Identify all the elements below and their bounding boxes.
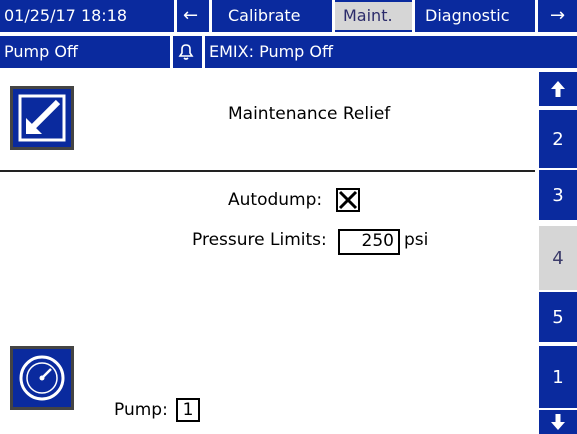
side-tab-1[interactable]: 1 [539, 346, 577, 408]
up-arrow-icon [551, 81, 565, 97]
divider [0, 170, 535, 172]
autodump-checkbox[interactable] [336, 188, 360, 212]
tab-diagnostic[interactable]: Diagnostic [415, 2, 535, 30]
side-tab-4[interactable]: 4 [539, 226, 577, 290]
forward-arrow-button[interactable]: → [538, 2, 577, 30]
page-title: Maintenance Relief [228, 104, 391, 124]
pressure-limit-input[interactable]: 250 [338, 229, 400, 255]
down-arrow-icon [551, 414, 565, 430]
pump-gauge-button[interactable] [10, 346, 74, 410]
status-message: EMIX: Pump Off [209, 42, 334, 61]
pressure-unit: psi [404, 230, 429, 250]
pump-label: Pump: [114, 400, 168, 420]
gauge-icon [19, 355, 65, 401]
pump-state: Pump Off [4, 42, 78, 61]
side-tab-2[interactable]: 2 [539, 110, 577, 168]
tab-calibrate[interactable]: Calibrate [212, 2, 332, 30]
datetime: 01/25/17 18:18 [4, 6, 128, 25]
back-arrow-button[interactable]: ← [177, 2, 209, 30]
top-bar: 01/25/17 18:18 ← Calibrate Maint. Diagno… [0, 0, 577, 32]
pump-number-input[interactable]: 1 [176, 398, 200, 422]
scroll-up-button[interactable] [539, 72, 577, 106]
bell-icon[interactable] [176, 42, 196, 62]
check-x-icon [338, 190, 358, 210]
status-bar: Pump Off EMIX: Pump Off [0, 36, 577, 68]
scroll-down-button[interactable] [539, 410, 577, 434]
edit-arrow-icon [18, 94, 66, 142]
side-tab-3[interactable]: 3 [539, 170, 577, 220]
pressure-limits-label: Pressure Limits: [192, 230, 327, 250]
separator [170, 36, 173, 68]
maintenance-relief-button[interactable] [10, 86, 74, 150]
side-tab-5[interactable]: 5 [539, 292, 577, 342]
autodump-label: Autodump: [228, 190, 323, 210]
tab-maint[interactable]: Maint. [335, 2, 412, 30]
